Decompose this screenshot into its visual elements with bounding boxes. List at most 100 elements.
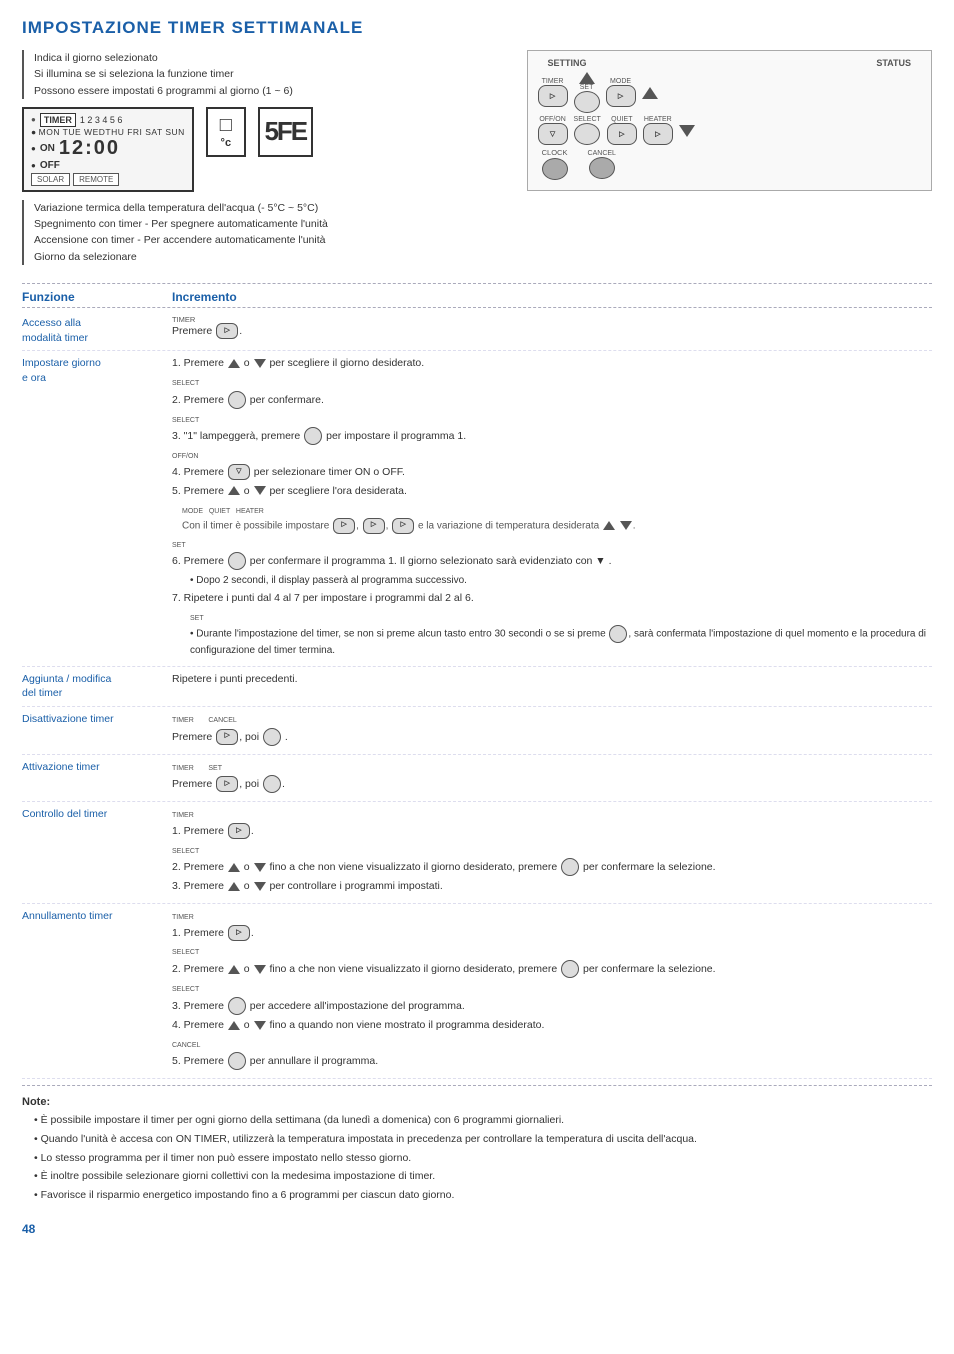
- timer-display-box: ● TIMER 1 2 3 4 5 6 ● MON TUE WEDTHU FRI…: [22, 107, 194, 192]
- timer-btn-a[interactable]: ▷: [216, 776, 238, 792]
- cancel-btn-an[interactable]: [228, 1052, 246, 1070]
- step-an-5: CANCEL 5. Premere per annullare il progr…: [172, 1037, 932, 1071]
- up-ct2: [228, 882, 240, 891]
- select-btn-ct[interactable]: [561, 858, 579, 876]
- setting-label: SETTING: [548, 58, 587, 68]
- quiet-inline[interactable]: ▷: [363, 518, 385, 534]
- timer-btn-oval[interactable]: ▷: [538, 85, 568, 107]
- heater-btn-oval[interactable]: ▷: [643, 123, 673, 145]
- clock-btn[interactable]: [542, 158, 568, 180]
- down-ct: [254, 863, 266, 872]
- funzione-disattivazione: Disattivazione timer: [22, 712, 172, 727]
- offon-btn-inline[interactable]: ▽: [228, 464, 250, 480]
- page-number: 48: [22, 1222, 35, 1236]
- step-im-mode: MODE QUIET HEATER Con il timer è possibi…: [182, 503, 932, 534]
- select-btn-an[interactable]: [561, 960, 579, 978]
- timer-btn-ct[interactable]: ▷: [228, 823, 250, 839]
- temp-display: □ °c: [206, 107, 246, 157]
- cancel-btn-d[interactable]: [263, 728, 281, 746]
- select-btn-label: SELECT: [574, 116, 601, 123]
- step-im-sub2: SET • Durante l'impostazione del timer, …: [190, 610, 932, 659]
- step-an-1: TIMER 1. Premere ▷.: [172, 909, 932, 941]
- step-im-5: 5. Premere o per scegliere l'ora desider…: [172, 484, 932, 500]
- row-aggiunta: Aggiunta / modificadel timer Ripetere i …: [22, 667, 932, 707]
- incremento-annullamento: TIMER 1. Premere ▷. SELECT 2. Premere o …: [172, 909, 932, 1073]
- remote-row-3: CLOCK CANCEL: [538, 148, 921, 180]
- diagram-left: Indica il giorno selezionato Si illumina…: [22, 50, 509, 273]
- offon-btn-oval[interactable]: ▽: [538, 123, 568, 145]
- mode-label-sm: MODE QUIET HEATER: [182, 508, 264, 515]
- incremento-attivazione: TIMER SET Premere ▷, poi .: [172, 760, 932, 797]
- up-arrow-icon[interactable]: [579, 72, 595, 84]
- up-ct: [228, 863, 240, 872]
- offon-btn-label: OFF/ON: [539, 116, 565, 123]
- select-label-an3: SELECT: [172, 986, 199, 993]
- timer-btn-d[interactable]: ▷: [216, 729, 238, 745]
- step-ct-2: SELECT 2. Premere o fino a che non viene…: [172, 843, 932, 877]
- remote-panel: SETTING STATUS TIMER ▷ SET MODE ▷: [527, 50, 932, 191]
- clock-label: CLOCK: [542, 148, 568, 157]
- temp-up: [603, 521, 615, 530]
- down-arrow2: [254, 486, 266, 495]
- select-btn-inline[interactable]: [228, 391, 246, 409]
- set-btn[interactable]: [574, 91, 600, 113]
- col1-header: Funzione: [22, 290, 172, 304]
- set-btn-inline[interactable]: [228, 552, 246, 570]
- select-btn[interactable]: [574, 123, 600, 145]
- temp-icon: □: [220, 114, 232, 137]
- up-an: [228, 965, 240, 974]
- dot-icon: ●: [31, 127, 37, 137]
- select-btn-inline2[interactable]: [304, 427, 322, 445]
- set-btn-inline2[interactable]: [609, 625, 627, 643]
- select-label-sm2: SELECT: [172, 417, 199, 424]
- step-im-6: SET 6. Premere per confermare il program…: [172, 537, 932, 571]
- step-accesso-1: TIMER Premere ▷.: [172, 316, 932, 340]
- heater-arrow-group: [679, 125, 695, 137]
- divider-2: [22, 1085, 932, 1086]
- timer-btn-group: TIMER ▷: [538, 78, 568, 107]
- timer-label: TIMER: [40, 113, 76, 127]
- timer-btn-an[interactable]: ▷: [228, 925, 250, 941]
- mode-inline[interactable]: ▷: [333, 518, 355, 534]
- timer-row: ● TIMER 1 2 3 4 5 6: [31, 113, 185, 127]
- mode-btn-oval[interactable]: ▷: [606, 85, 636, 107]
- heater-down-icon: [679, 125, 695, 137]
- clock-display: 12:00: [59, 137, 120, 160]
- set-label-sm: SET: [172, 542, 186, 549]
- cancel-label-an: CANCEL: [172, 1042, 200, 1049]
- step-an-2: SELECT 2. Premere o fino a che non viene…: [172, 944, 932, 978]
- annotation-lines: Indica il giorno selezionato Si illumina…: [22, 50, 509, 99]
- mode-btn-label: MODE: [610, 78, 631, 85]
- cancel-btn[interactable]: [589, 157, 615, 179]
- set-btn-label: SET: [580, 84, 594, 91]
- device-panel: ● TIMER 1 2 3 4 5 6 ● MON TUE WEDTHU FRI…: [22, 107, 509, 192]
- heater-inline[interactable]: ▷: [392, 518, 414, 534]
- days-label: MON TUE WEDTHU FRI SAT SUN: [39, 127, 185, 137]
- timer-label-an: TIMER: [172, 914, 194, 921]
- step-att-1: TIMER SET Premere ▷, poi .: [172, 760, 932, 794]
- timer-btn-inline[interactable]: ▷: [216, 323, 238, 339]
- note-5: • Favorisce il risparmio energetico impo…: [34, 1187, 932, 1204]
- step-im-3: SELECT 3. "1" lampeggerà, premere per im…: [172, 412, 932, 446]
- incremento-accesso: TIMER Premere ▷.: [172, 316, 932, 343]
- select-label-ct: SELECT: [172, 848, 199, 855]
- funzione-attivazione: Attivazione timer: [22, 760, 172, 775]
- select-btn-an3[interactable]: [228, 997, 246, 1015]
- off-label: OFF: [40, 160, 60, 171]
- select-label-sm: SELECT: [172, 380, 199, 387]
- bottom-ann-1: Variazione termica della temperatura del…: [34, 200, 509, 216]
- quiet-btn-oval[interactable]: ▷: [607, 123, 637, 145]
- note-3: • Lo stesso programma per il timer non p…: [34, 1150, 932, 1167]
- day-row: ● MON TUE WEDTHU FRI SAT SUN: [31, 127, 185, 137]
- step-im-1: 1. Premere o per scegliere il giorno des…: [172, 356, 932, 372]
- note-title: Note:: [22, 1094, 932, 1112]
- bottom-ann-4: Giorno da selezionare: [34, 249, 509, 265]
- timer-label-ct: TIMER: [172, 812, 194, 819]
- funzione-annullamento: Annullamento timer: [22, 909, 172, 924]
- set-btn-a[interactable]: [263, 775, 281, 793]
- row-attivazione: Attivazione timer TIMER SET Premere ▷, p…: [22, 755, 932, 803]
- step-im-2: SELECT 2. Premere per confermare.: [172, 375, 932, 409]
- cancel-btn-group: CANCEL: [588, 150, 616, 179]
- select-label-an: SELECT: [172, 949, 199, 956]
- funzione-impostare: Impostare giornoe ora: [22, 356, 172, 385]
